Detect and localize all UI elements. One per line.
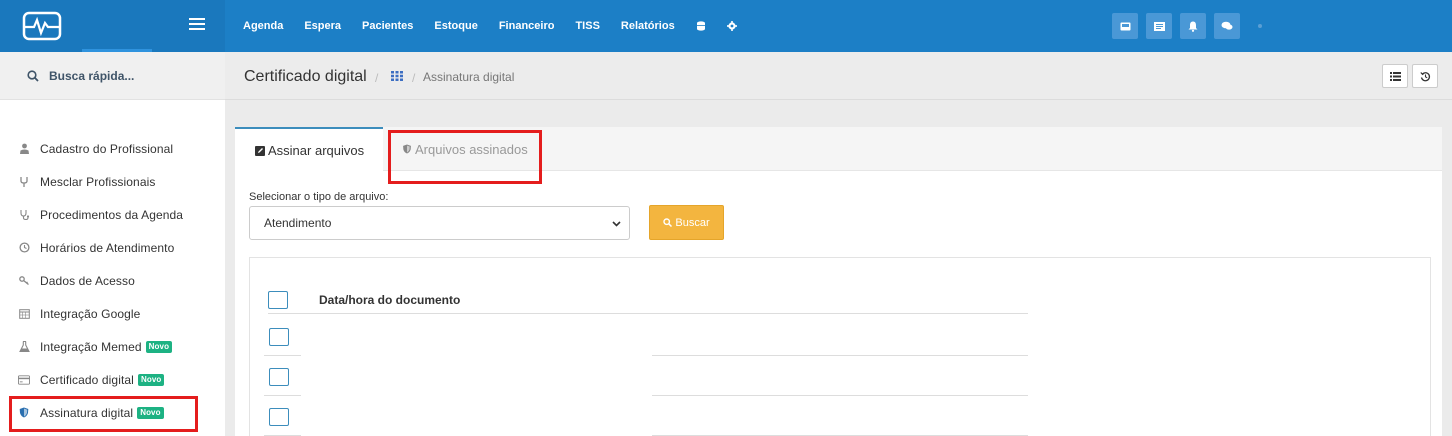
row-checkbox[interactable] [269, 408, 289, 426]
file-type-selected: Atendimento [264, 216, 332, 230]
sidebar-item-label: Dados de Acesso [40, 273, 135, 288]
breadcrumb-separator: / [412, 71, 416, 85]
sidebar-item-integracao-google[interactable]: Integração Google [0, 297, 225, 330]
file-type-select[interactable]: Atendimento [249, 206, 630, 240]
hamburger-icon[interactable] [189, 18, 205, 32]
row-checkbox[interactable] [269, 328, 289, 346]
sidebar-item-dados-acesso[interactable]: Dados de Acesso [0, 264, 225, 297]
sidebar: Busca rápida... Cadastro do Profissional… [0, 52, 225, 436]
main-nav: Agenda Espera Pacientes Estoque Financei… [243, 0, 758, 52]
user-icon [18, 143, 30, 155]
highlight-box [388, 130, 542, 184]
file-type-label: Selecionar o tipo de arquivo: [249, 191, 389, 203]
heartbeat-monitor-icon[interactable] [22, 11, 62, 41]
content-panel: Assinar arquivos Arquivos assinados Sele… [235, 127, 1442, 436]
new-badge: Novo [137, 373, 165, 386]
breadcrumb-actions [1382, 64, 1438, 88]
nav-financeiro[interactable]: Financeiro [499, 20, 555, 32]
chevron-down-icon [612, 221, 621, 227]
bell-icon[interactable] [1180, 13, 1206, 39]
highlight-box [9, 396, 198, 432]
quick-search[interactable]: Busca rápida... [0, 52, 225, 100]
sidebar-item-label: Cadastro do Profissional [40, 141, 174, 156]
sidebar-item-label: Horários de Atendimento [40, 240, 175, 255]
list-view-icon[interactable] [1382, 64, 1408, 88]
sidebar-item-horarios-atendimento[interactable]: Horários de Atendimento [0, 231, 225, 264]
nav-pacientes[interactable]: Pacientes [362, 20, 413, 32]
sidebar-item-certificado-digital[interactable]: Certificado digital Novo [0, 363, 225, 396]
sidebar-item-integracao-memed[interactable]: Integração Memed Novo [0, 330, 225, 363]
search-icon [27, 69, 39, 82]
inbox-icon[interactable] [1112, 13, 1138, 39]
stethoscope-icon [18, 209, 30, 221]
sidebar-item-procedimentos-agenda[interactable]: Procedimentos da Agenda [0, 198, 225, 231]
database-icon[interactable] [696, 21, 706, 31]
grid-icon[interactable] [391, 71, 403, 81]
documents-table: Data/hora do documento [249, 257, 1431, 436]
gear-icon[interactable] [726, 21, 737, 31]
nav-estoque[interactable]: Estoque [434, 20, 477, 32]
clock-icon [18, 242, 30, 254]
sidebar-item-cadastro-profissional[interactable]: Cadastro do Profissional [0, 132, 225, 165]
key-icon [18, 275, 30, 287]
merge-icon [18, 176, 30, 188]
history-icon[interactable] [1412, 64, 1438, 88]
sidebar-item-label: Integração Google [40, 306, 141, 321]
top-navbar: Agenda Espera Pacientes Estoque Financei… [0, 0, 1452, 52]
table-row [264, 396, 1028, 436]
table-row [264, 356, 1028, 396]
new-badge: Novo [145, 340, 173, 353]
table-row [264, 316, 1028, 356]
sidebar-item-label: Mesclar Profissionais [40, 174, 156, 189]
top-actions [1112, 13, 1262, 39]
sidebar-item-mesclar-profissionais[interactable]: Mesclar Profissionais [0, 165, 225, 198]
sidebar-menu: Cadastro do Profissional Mesclar Profiss… [0, 132, 225, 429]
list-icon[interactable] [1146, 13, 1172, 39]
nav-relatorios[interactable]: Relatórios [621, 20, 675, 32]
status-dot [1258, 24, 1262, 28]
search-button-label: Buscar [675, 216, 710, 229]
select-all-checkbox[interactable] [268, 290, 288, 309]
search-icon [663, 218, 673, 227]
row-checkbox[interactable] [269, 368, 289, 386]
calendar-icon [18, 308, 30, 320]
sidebar-item-label: Certificado digital [40, 372, 134, 387]
page-title: Certificado digital [244, 68, 367, 85]
breadcrumb: Certificado digital / / Assinatura digit… [225, 52, 1452, 100]
quick-search-label: Busca rápida... [49, 68, 135, 83]
breadcrumb-current: Assinatura digital [423, 70, 515, 84]
brand-area [0, 0, 225, 52]
sidebar-item-label: Integração Memed [40, 339, 142, 354]
column-header-date: Data/hora do documento [319, 292, 461, 307]
nav-espera[interactable]: Espera [304, 20, 341, 32]
tab-label: Assinar arquivos [268, 143, 365, 158]
table-header: Data/hora do documento [268, 286, 1028, 314]
breadcrumb-separator: / [375, 71, 379, 85]
nav-agenda[interactable]: Agenda [243, 20, 283, 32]
chat-icon[interactable] [1214, 13, 1240, 39]
tab-assinar-arquivos[interactable]: Assinar arquivos [235, 127, 383, 172]
edit-icon [255, 145, 265, 156]
flask-icon [18, 341, 30, 353]
search-button[interactable]: Buscar [649, 205, 724, 240]
sidebar-item-label: Procedimentos da Agenda [40, 207, 184, 222]
nav-tiss[interactable]: TISS [575, 20, 599, 32]
credit-card-icon [18, 374, 30, 386]
